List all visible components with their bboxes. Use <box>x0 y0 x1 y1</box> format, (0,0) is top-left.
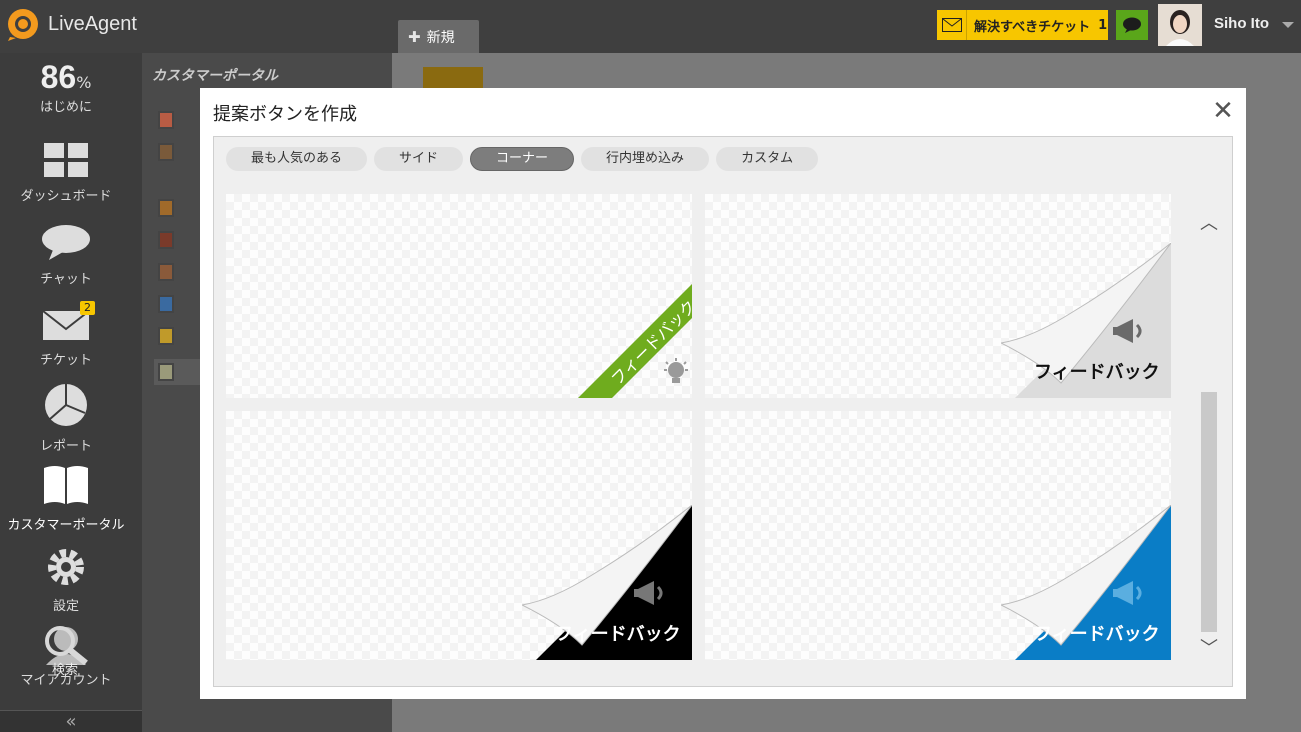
panel-item[interactable] <box>158 199 182 219</box>
tab-inline[interactable]: 行内埋め込み <box>581 147 710 171</box>
nav-chat-label: チャット <box>40 272 92 287</box>
left-navigation: 86% はじめに ダッシュボード チャット 2 チケット レポート カスタマーポ… <box>0 53 142 732</box>
scrollbar-thumb[interactable] <box>1201 392 1217 632</box>
plus-icon: ✚ <box>408 27 421 46</box>
panel-item[interactable] <box>158 111 182 131</box>
nav-customer-portal[interactable]: カスタマーポータル <box>0 464 132 533</box>
gray-peel-preview: フィードバック <box>1001 243 1171 398</box>
chat-icon <box>42 225 90 260</box>
panel-item-icon <box>158 327 174 345</box>
top-bar: LiveAgent ✚ 新規 解決すべきチケット 1 Siho Ito <box>0 0 1301 53</box>
nav-settings[interactable]: 設定 <box>0 547 132 614</box>
app-logo[interactable]: LiveAgent <box>4 7 137 41</box>
getting-started-label: はじめに <box>39 100 92 115</box>
ticket-badge: 2 <box>80 301 95 315</box>
settings-icon <box>48 549 84 585</box>
panel-item[interactable] <box>158 231 182 251</box>
panel-item-icon <box>158 263 174 281</box>
new-tab-button[interactable]: ✚ 新規 <box>398 20 479 53</box>
panel-item[interactable] <box>158 263 182 283</box>
progress-unit: % <box>76 73 92 92</box>
chat-bubble-icon <box>1123 17 1141 33</box>
corner-button-option-black[interactable]: フィードバック <box>226 411 692 660</box>
style-tabs: 最も人気のある サイド コーナー 行内埋め込み カスタム <box>226 147 819 171</box>
nav-settings-label: 設定 <box>52 599 79 614</box>
panel-item-icon <box>158 231 174 249</box>
mail-icon <box>937 10 967 40</box>
search-overlay-label: 検索 <box>52 663 79 678</box>
new-tab-label: 新規 <box>426 29 455 46</box>
blue-peel-preview: フィードバック <box>1001 505 1171 660</box>
nav-tickets-label: チケット <box>39 353 92 368</box>
liveagent-logo-icon <box>8 9 38 41</box>
panel-title: カスタマーポータル <box>152 68 278 84</box>
tab-side[interactable]: サイド <box>374 147 464 171</box>
panel-item[interactable] <box>158 143 182 163</box>
tile-label: フィードバック <box>1034 362 1160 383</box>
panel-item-icon <box>158 111 174 129</box>
panel-item-icon <box>158 295 174 313</box>
user-menu-caret-icon[interactable] <box>1282 22 1294 28</box>
panel-item-icon <box>158 363 174 381</box>
corner-button-option-blue[interactable]: フィードバック <box>705 411 1171 660</box>
black-peel-preview: フィードバック <box>522 505 692 660</box>
nav-dashboard-label: ダッシュボード <box>20 189 112 204</box>
tab-most-popular[interactable]: 最も人気のある <box>226 147 368 171</box>
close-icon[interactable]: ✕ <box>1211 98 1235 124</box>
panel-item[interactable] <box>158 327 182 347</box>
progress-value: 86 <box>40 59 77 95</box>
panel-item-icon <box>158 199 174 217</box>
panel-item[interactable] <box>158 295 182 315</box>
nav-reports-label: レポート <box>39 439 92 454</box>
app-name: LiveAgent <box>48 12 137 35</box>
dashboard-icon <box>44 143 88 177</box>
user-name[interactable]: Siho Ito <box>1214 15 1269 32</box>
corner-button-option-green[interactable]: フィードバック <box>226 194 692 398</box>
nav-chat[interactable]: チャット <box>0 224 132 287</box>
corner-button-option-gray[interactable]: フィードバック <box>705 194 1171 398</box>
portal-icon <box>44 466 88 504</box>
tab-custom[interactable]: カスタム <box>716 147 819 171</box>
user-avatar[interactable] <box>1158 4 1202 46</box>
tile-label: フィードバック <box>555 624 681 645</box>
unresolved-tickets-button[interactable]: 解決すべきチケット 1 <box>937 10 1108 40</box>
tile-label: フィードバック <box>1034 624 1160 645</box>
scroll-down-chevron-icon[interactable]: ﹀ <box>1198 634 1220 659</box>
report-icon <box>45 384 87 426</box>
nav-my-account[interactable]: マイアカウント 検索 <box>0 625 132 688</box>
dialog-title: 提案ボタンを作成 <box>213 104 357 125</box>
create-suggestion-button-dialog: 提案ボタンを作成 ✕ 最も人気のある サイド コーナー 行内埋め込み カスタム … <box>200 88 1246 699</box>
dialog-body: 最も人気のある サイド コーナー 行内埋め込み カスタム フィードバック フィー… <box>213 136 1233 687</box>
collapse-nav-button[interactable]: « <box>0 710 142 732</box>
nav-customer-portal-label: カスタマーポータル <box>7 518 125 533</box>
unresolved-tickets-label: 解決すべきチケット <box>974 19 1091 35</box>
panel-item-icon <box>158 143 174 161</box>
unresolved-tickets-count: 1 <box>1098 17 1108 33</box>
scroll-up-chevron-icon[interactable]: ︿ <box>1198 209 1220 234</box>
getting-started-progress[interactable]: 86% はじめに <box>0 59 132 115</box>
green-ribbon-preview: フィードバック <box>578 284 692 398</box>
lightbulb-icon <box>664 358 688 383</box>
tab-corner[interactable]: コーナー <box>470 147 575 171</box>
nav-reports[interactable]: レポート <box>0 383 132 454</box>
nav-tickets[interactable]: 2 チケット <box>0 301 132 368</box>
chat-status-button[interactable] <box>1116 10 1148 40</box>
nav-dashboard[interactable]: ダッシュボード <box>0 143 132 204</box>
